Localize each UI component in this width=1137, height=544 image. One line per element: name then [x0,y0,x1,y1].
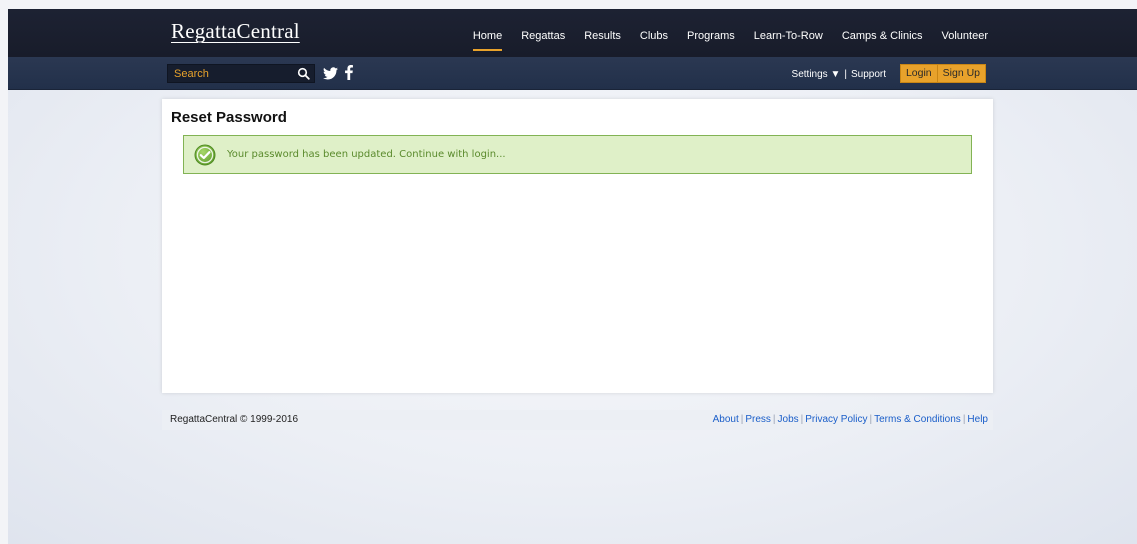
page-title: Reset Password [171,109,287,126]
twitter-icon[interactable] [323,67,338,80]
footer-link-privacy-policy[interactable]: Privacy Policy [805,414,867,425]
footer-separator: | [740,414,744,425]
copyright-text: RegattaCentral © 1999-2016 [170,414,299,425]
footer-separator: | [772,414,776,425]
main-nav: Home Regattas Results Clubs Programs Lea… [454,30,988,51]
utility-links: Settings ▼ | Support [792,69,886,80]
footer-link-terms-conditions[interactable]: Terms & Conditions [874,414,961,425]
auth-buttons: Login Sign Up [899,64,986,83]
alert-message: Your password has been updated. Continue… [227,149,506,160]
search-icon[interactable] [297,67,310,80]
logo-part-2: Central [236,19,300,43]
logo[interactable]: RegattaCentral [171,19,300,44]
footer: RegattaCentral © 1999-2016 About | Press… [162,410,993,430]
footer-link-help[interactable]: Help [967,414,988,425]
nav-programs[interactable]: Programs [687,30,735,42]
nav-results[interactable]: Results [584,30,621,42]
content-panel: Reset Password Your password has been up… [162,99,993,393]
nav-camps-clinics[interactable]: Camps & Clinics [842,30,923,42]
footer-link-press[interactable]: Press [745,414,771,425]
signup-button[interactable]: Sign Up [938,65,985,82]
nav-regattas[interactable]: Regattas [521,30,565,42]
utility-separator: | [844,69,847,80]
settings-dropdown[interactable]: Settings ▼ [792,69,841,80]
footer-links: About | Press | Jobs | Privacy Policy | … [713,414,988,425]
utility-bar: Settings ▼ | Support Login Sign Up [8,57,1137,90]
footer-link-jobs[interactable]: Jobs [778,414,799,425]
success-alert: Your password has been updated. Continue… [183,135,972,174]
support-link[interactable]: Support [851,69,886,80]
nav-learn-to-row[interactable]: Learn-To-Row [754,30,823,42]
footer-link-about[interactable]: About [713,414,739,425]
nav-clubs[interactable]: Clubs [640,30,668,42]
top-nav-bar: RegattaCentral Home Regattas Results Clu… [8,9,1137,57]
footer-separator: | [962,414,966,425]
facebook-icon[interactable] [345,65,353,80]
page-frame: RegattaCentral Home Regattas Results Clu… [8,9,1137,544]
logo-part-1: Regatta [171,19,237,43]
nav-home[interactable]: Home [472,30,503,51]
footer-separator: | [800,414,804,425]
nav-volunteer[interactable]: Volunteer [942,30,988,42]
search-box [167,64,315,83]
footer-separator: | [869,414,873,425]
check-circle-icon [194,144,216,166]
search-input[interactable] [174,67,284,81]
login-button[interactable]: Login [901,65,937,82]
